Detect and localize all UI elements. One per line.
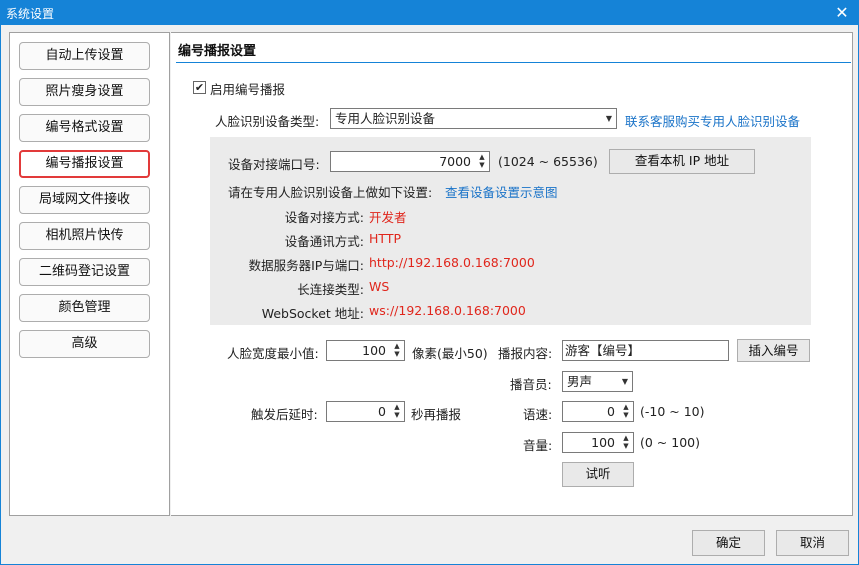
port-spinbox[interactable]: 7000 ▲ ▼ [330,151,490,172]
view-local-ip-button[interactable]: 查看本机 IP 地址 [609,149,755,174]
dropdown-arrow-icon: ▼ [621,377,628,386]
close-icon[interactable]: ✕ [825,0,859,25]
port-value: 7000 [439,154,471,169]
long-conn-label: 长连接类型: [297,282,364,297]
view-diagram-link[interactable]: 查看设备设置示意图 [445,182,558,201]
enable-broadcast-label: 启用编号播报 [210,82,286,97]
speed-range: (-10 ~ 10) [640,404,705,419]
device-type-select[interactable]: 专用人脸识别设备 ▼ [330,108,617,129]
trigger-delay-label: 触发后延时: [251,407,318,422]
enable-broadcast-checkbox[interactable]: ✔ [193,81,206,94]
face-width-unit: 像素(最小50) [412,346,488,361]
connect-mode-value: 开发者 [369,210,407,225]
sidebar-item-photo-slim[interactable]: 照片瘦身设置 [19,78,150,106]
speed-value: 0 [607,404,615,419]
spin-arrows-icon[interactable]: ▲ ▼ [392,403,402,420]
sidebar-item-number-format[interactable]: 编号格式设置 [19,114,150,142]
connect-mode-label: 设备对接方式: [284,210,364,225]
content-panel: 编号播报设置 ✔ 启用编号播报 人脸识别设备类型: 专用人脸识别设备 ▼ 联系客… [171,32,853,516]
websocket-value: ws://192.168.0.168:7000 [369,303,526,318]
trigger-delay-value: 0 [378,404,386,419]
volume-label: 音量: [523,438,553,453]
face-width-spinbox[interactable]: 100 ▲ ▼ [326,340,405,361]
buy-device-link[interactable]: 联系客服购买专用人脸识别设备 [625,111,800,130]
face-width-value: 100 [362,343,386,358]
page-title: 编号播报设置 [178,44,257,59]
sidebar-item-qrcode-register[interactable]: 二维码登记设置 [19,258,150,286]
broadcast-content-label: 播报内容: [498,346,553,361]
trigger-delay-unit: 秒再播报 [411,407,462,422]
trigger-delay-spinbox[interactable]: 0 ▲ ▼ [326,401,405,422]
websocket-label: WebSocket 地址: [261,306,364,321]
ok-button[interactable]: 确定 [692,530,765,556]
title-bar: 系统设置 ✕ [0,0,859,25]
volume-value: 100 [591,435,615,450]
spin-arrows-icon[interactable]: ▲ ▼ [621,403,631,420]
test-listen-button[interactable]: 试听 [562,462,634,487]
comm-mode-value: HTTP [369,231,401,246]
port-label: 设备对接端口号: [228,157,320,172]
sidebar-item-auto-upload[interactable]: 自动上传设置 [19,42,150,70]
speaker-label: 播音员: [510,377,552,392]
device-type-label: 人脸识别设备类型: [215,114,320,129]
sidebar-item-number-broadcast[interactable]: 编号播报设置 [19,150,150,178]
broadcast-content-input[interactable]: 游客【编号】 [562,340,729,361]
settings-window: 自动上传设置 照片瘦身设置 编号格式设置 编号播报设置 局域网文件接收 相机照片… [0,25,859,565]
volume-spinbox[interactable]: 100 ▲ ▼ [562,432,634,453]
comm-mode-label: 设备通讯方式: [284,234,364,249]
cancel-button[interactable]: 取消 [776,530,849,556]
sidebar-item-camera-quick-transfer[interactable]: 相机照片快传 [19,222,150,250]
spin-arrows-icon[interactable]: ▲ ▼ [392,342,402,359]
spin-arrows-icon[interactable]: ▲ ▼ [621,434,631,451]
long-conn-value: WS [369,279,390,294]
window-title: 系统设置 [6,7,55,21]
sidebar-item-advanced[interactable]: 高级 [19,330,150,358]
speed-label: 语速: [523,407,553,422]
insert-number-button[interactable]: 插入编号 [737,339,810,362]
volume-range: (0 ~ 100) [640,435,700,450]
title-divider [176,62,851,63]
device-type-value: 专用人脸识别设备 [335,111,436,126]
speed-spinbox[interactable]: 0 ▲ ▼ [562,401,634,422]
server-ip-label: 数据服务器IP与端口: [248,258,364,273]
speaker-value: 男声 [567,374,593,389]
instructions-text: 请在专用人脸识别设备上做如下设置: [228,185,433,200]
sidebar-item-color-management[interactable]: 颜色管理 [19,294,150,322]
sidebar-item-lan-file-receive[interactable]: 局域网文件接收 [19,186,150,214]
spin-arrows-icon[interactable]: ▲ ▼ [477,153,487,170]
face-width-label: 人脸宽度最小值: [227,346,319,361]
speaker-select[interactable]: 男声 ▼ [562,371,633,392]
port-range: (1024 ~ 65536) [498,154,598,169]
dropdown-arrow-icon: ▼ [605,114,612,123]
sidebar: 自动上传设置 照片瘦身设置 编号格式设置 编号播报设置 局域网文件接收 相机照片… [9,32,170,516]
server-ip-value: http://192.168.0.168:7000 [369,255,535,270]
